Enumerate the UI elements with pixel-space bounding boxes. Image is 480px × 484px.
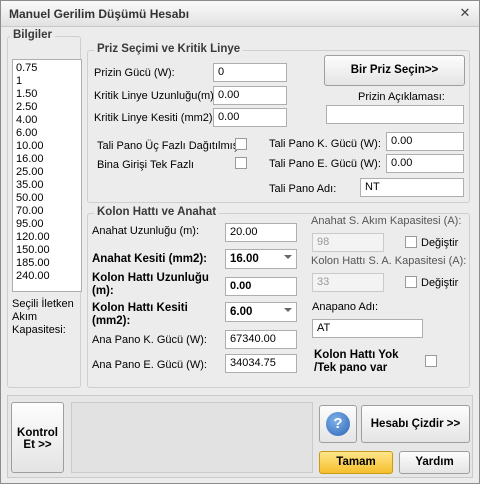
capacity-list-item[interactable]: 6.00 xyxy=(13,127,81,140)
capacity-list-item[interactable]: 25.00 xyxy=(13,166,81,179)
anapano-adi-label: Anapano Adı: xyxy=(312,301,379,313)
ana-k-gucu-label: Ana Pano K. Gücü (W): xyxy=(92,334,207,346)
anahat-kesiti-label: Anahat Kesiti (mm2): xyxy=(92,253,208,265)
message-area xyxy=(71,402,313,473)
priz-gucu-label: Prizin Gücü (W): xyxy=(94,67,175,79)
tali-e-gucu-input[interactable]: 0.00 xyxy=(386,154,464,173)
capacity-listbox[interactable]: 0.75 1 1.50 2.50 4.00 6.00 10.00 16.00 25.00 35.0… xyxy=(12,59,82,292)
kolon-degistir-label: Değiştir xyxy=(421,277,459,289)
kolon-kapasite-input: 33 xyxy=(312,273,384,292)
bina-tek-fazli-checkbox[interactable] xyxy=(235,157,247,169)
kolon-kapasite-label: Kolon Hattı S. A. Kapasitesi (A): xyxy=(311,255,467,267)
tamam-button[interactable]: Tamam xyxy=(319,451,393,474)
close-icon[interactable]: ✕ xyxy=(457,5,473,21)
capacity-list-item[interactable]: 240.00 xyxy=(13,270,81,283)
kolon-uzunlugu-input[interactable]: 0.00 xyxy=(225,277,297,296)
help-button[interactable]: ? xyxy=(319,405,357,443)
anahat-uzunlugu-input[interactable]: 20.00 xyxy=(225,223,297,242)
ana-k-gucu-input[interactable]: 67340.00 xyxy=(225,330,297,349)
dialog-window: Manuel Gerilim Düşümü Hesabı ✕ Bilgiler … xyxy=(0,0,480,484)
anahat-kapasite-label: Anahat S. Akım Kapasitesi (A): xyxy=(311,215,462,227)
kontrol-et-button[interactable]: Kontrol Et >> xyxy=(11,402,64,473)
tali-pano-adi-input[interactable]: NT xyxy=(360,178,464,197)
capacity-list-items: 0.75 1 1.50 2.50 4.00 6.00 10.00 16.00 25.00 35.0… xyxy=(13,62,81,283)
kritik-uzunlugu-label: Kritik Linye Uzunluğu(m): xyxy=(94,90,217,102)
hesabi-cizdir-button[interactable]: Hesabı Çizdir >> xyxy=(361,405,470,443)
bilgiler-title: Bilgiler xyxy=(10,29,55,41)
ana-e-gucu-label: Ana Pano E. Gücü (W): xyxy=(92,359,207,371)
ana-e-gucu-input[interactable]: 34034.75 xyxy=(225,354,297,373)
capacity-list-item[interactable]: 150.00 xyxy=(13,244,81,257)
anahat-uzunlugu-label: Anahat Uzunluğu (m): xyxy=(92,225,199,237)
title-bar: Manuel Gerilim Düşümü Hesabı ✕ xyxy=(1,1,479,27)
capacity-list-item[interactable]: 120.00 xyxy=(13,231,81,244)
tali-e-gucu-label: Tali Pano E. Gücü (W): xyxy=(269,158,381,170)
priz-aciklamasi-label: Prizin Açıklaması: xyxy=(358,91,445,103)
capacity-list-item[interactable]: 35.00 xyxy=(13,179,81,192)
tali-k-gucu-label: Tali Pano K. Gücü (W): xyxy=(269,138,381,150)
kolon-yok-checkbox[interactable] xyxy=(425,355,437,367)
kolon-degistir-checkbox[interactable] xyxy=(405,276,417,288)
capacity-list-item[interactable]: 50.00 xyxy=(13,192,81,205)
kontrol-et-label: Kontrol Et >> xyxy=(17,427,58,451)
kritik-uzunlugu-input[interactable]: 0.00 xyxy=(213,86,287,105)
chevron-down-icon xyxy=(284,255,292,259)
capacity-list-item[interactable]: 4.00 xyxy=(13,114,81,127)
yardim-button[interactable]: Yardım xyxy=(399,451,470,474)
kolon-kesiti-label: Kolon Hattı Kesiti (mm2): xyxy=(92,302,188,327)
capacity-list-item[interactable]: 185.00 xyxy=(13,257,81,270)
question-icon: ? xyxy=(326,412,350,436)
capacity-list-item[interactable]: 16.00 xyxy=(13,153,81,166)
capacity-list-item[interactable]: 2.50 xyxy=(13,101,81,114)
selected-capacity-caption: Seçili İletken Akım Kapasitesi: xyxy=(12,298,74,336)
kolon-kesiti-value: 6.00 xyxy=(230,306,253,318)
capacity-list-item[interactable]: 1.50 xyxy=(13,88,81,101)
capacity-list-item[interactable]: 0.75 xyxy=(13,62,81,75)
tali-uc-fazli-label: Tali Pano Üç Fazlı Dağıtılmış xyxy=(97,140,239,152)
capacity-list-item[interactable]: 95.00 xyxy=(13,218,81,231)
window-title: Manuel Gerilim Düşümü Hesabı xyxy=(9,7,190,21)
kritik-kesiti-label: Kritik Linye Kesiti (mm2): xyxy=(94,112,216,124)
tali-pano-adi-label: Tali Pano Adı: xyxy=(269,183,337,195)
capacity-list-item[interactable]: 10.00 xyxy=(13,140,81,153)
capacity-list-item[interactable]: 1 xyxy=(13,75,81,88)
priz-title: Priz Seçimi ve Kritik Linye xyxy=(94,43,244,55)
kolon-kesiti-combo[interactable]: 6.00 xyxy=(225,302,297,322)
tali-k-gucu-input[interactable]: 0.00 xyxy=(386,132,464,151)
kolon-yok-label: Kolon Hattı Yok /Tek pano var xyxy=(314,349,399,374)
anapano-adi-input[interactable]: AT xyxy=(312,319,423,338)
anahat-kapasite-input: 98 xyxy=(312,233,384,252)
bina-tek-fazli-label: Bina Girişi Tek Fazlı xyxy=(97,159,194,171)
anahat-kesiti-value: 16.00 xyxy=(230,253,259,265)
kritik-kesiti-input[interactable]: 0.00 xyxy=(213,108,287,127)
kolon-title: Kolon Hattı ve Anahat xyxy=(94,206,220,218)
priz-aciklamasi-input[interactable] xyxy=(326,105,464,124)
priz-gucu-input[interactable]: 0 xyxy=(213,63,287,82)
chevron-down-icon xyxy=(284,308,292,312)
anahat-degistir-checkbox[interactable] xyxy=(405,236,417,248)
bir-priz-secin-button[interactable]: Bir Priz Seçin>> xyxy=(324,55,465,86)
kolon-uzunlugu-label: Kolon Hattı Uzunluğu (m): xyxy=(92,272,209,297)
tali-uc-fazli-checkbox[interactable] xyxy=(235,138,247,150)
anahat-kesiti-combo[interactable]: 16.00 xyxy=(225,249,297,269)
capacity-list-item[interactable]: 70.00 xyxy=(13,205,81,218)
anahat-degistir-label: Değiştir xyxy=(421,237,459,249)
